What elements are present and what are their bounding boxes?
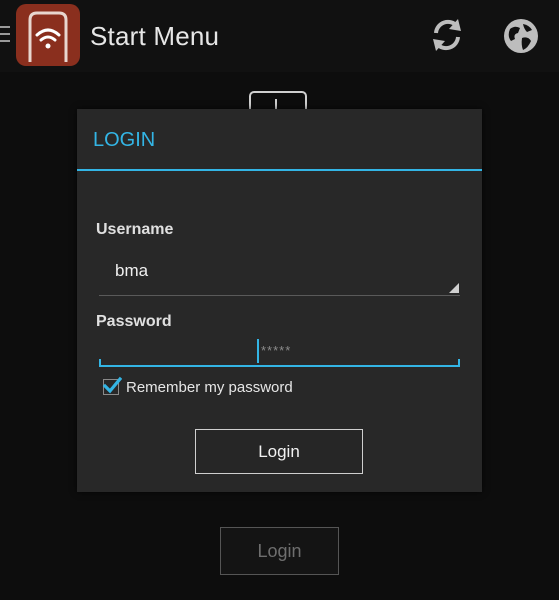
dialog-divider — [77, 169, 482, 171]
refresh-icon[interactable] — [428, 16, 466, 54]
globe-icon[interactable] — [501, 16, 541, 56]
remember-password-label: Remember my password — [126, 378, 293, 396]
username-label: Username — [96, 221, 174, 238]
password-field[interactable]: ***** — [99, 339, 460, 367]
remember-password-checkbox[interactable] — [102, 376, 122, 395]
checkmark-icon — [102, 376, 122, 394]
username-value: bma — [115, 261, 149, 280]
wifi-app-icon[interactable] — [16, 4, 80, 66]
spinner-arrow-icon — [449, 283, 459, 293]
menu-icon[interactable] — [0, 26, 10, 42]
background-login-button: Login — [220, 527, 339, 575]
login-button[interactable]: Login — [195, 429, 363, 474]
login-dialog: LOGIN Username bma Password ***** Rememb… — [77, 109, 482, 492]
password-label: Password — [96, 313, 172, 330]
app-title: Start Menu — [90, 21, 220, 51]
text-cursor — [257, 339, 259, 363]
remember-password-row[interactable]: Remember my password — [102, 376, 293, 398]
action-bar: Start Menu — [0, 0, 559, 72]
password-hint: ***** — [261, 343, 292, 358]
username-spinner[interactable]: bma — [99, 252, 460, 296]
dialog-title: LOGIN — [93, 129, 156, 151]
